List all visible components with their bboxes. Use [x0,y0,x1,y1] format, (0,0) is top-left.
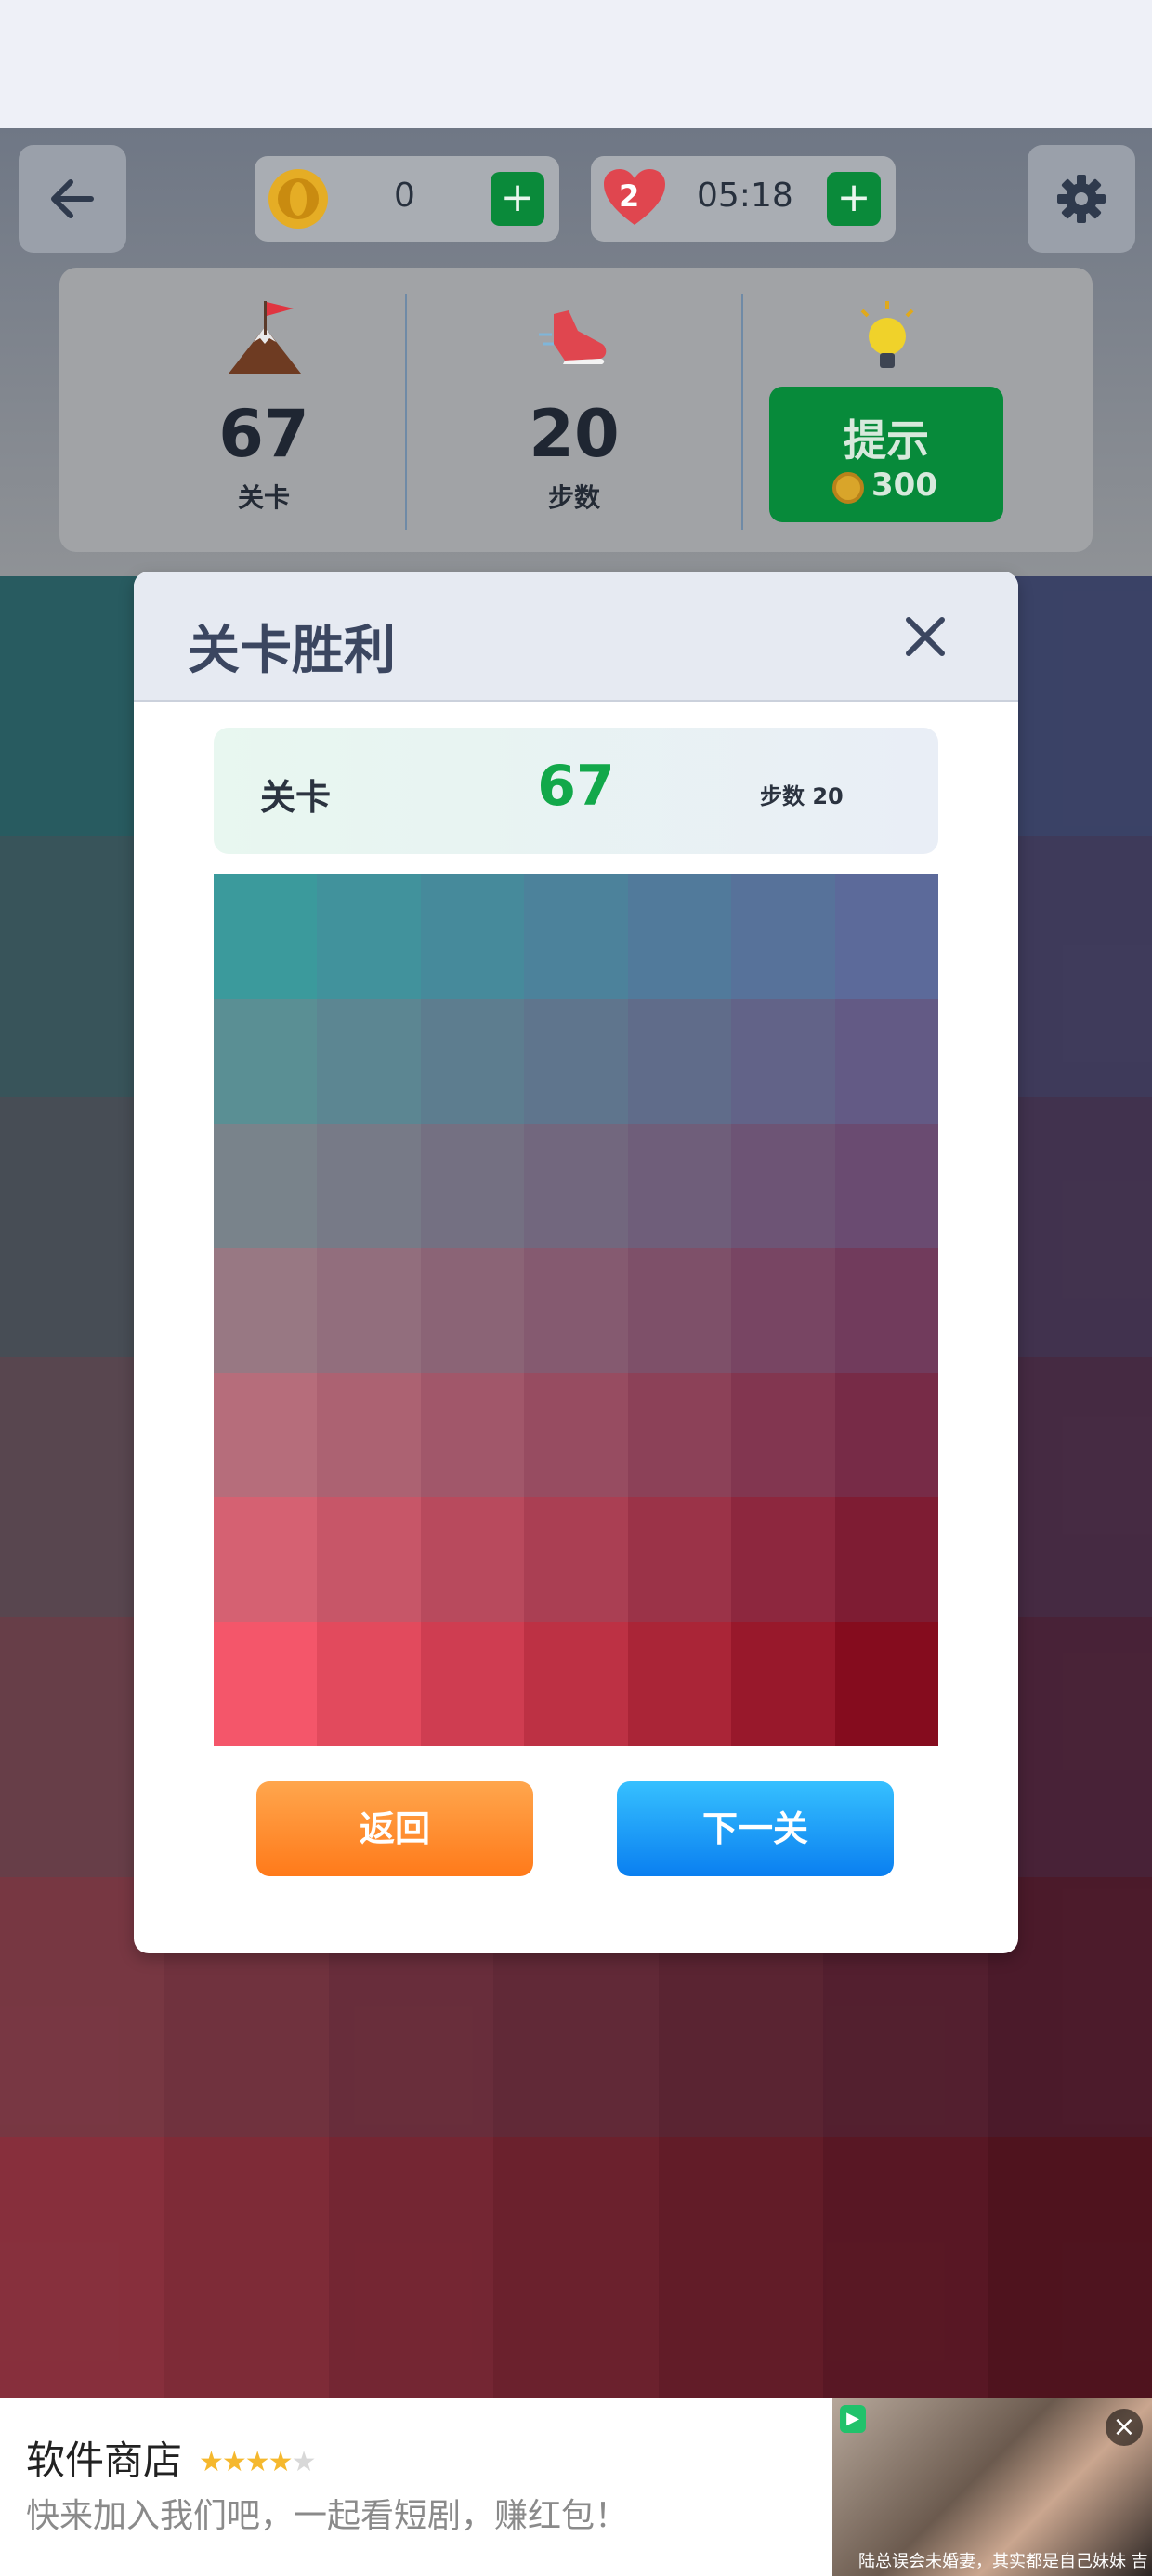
level-number: 67 [218,396,309,472]
board-tile [420,874,525,999]
add-lives-button[interactable]: + [827,172,881,226]
board-tile [731,1373,835,1497]
ad-title: 软件商店 [26,2438,183,2483]
star-icon: ★ [291,2446,317,2478]
board-tile [627,1497,732,1622]
hint-label: 提示 [844,415,929,466]
board-tile [524,1497,628,1622]
board-tile [317,1248,421,1373]
board-tile [317,1497,421,1622]
victory-dialog: 关卡胜利 关卡 67 步数 20 返回 下一关 [134,572,1018,1953]
coin-count: 0 [394,177,415,215]
sneaker-icon [539,310,607,364]
ad-image[interactable]: ▶ × 陆总误会未婚妻，其实都是自己妹妹 吉 [832,2398,1152,2576]
board-tile [731,999,835,1124]
board-tile [214,1373,318,1497]
info-steps: 步数 20 [760,783,844,809]
return-button[interactable]: 返回 [256,1781,533,1876]
board-tile [627,1248,732,1373]
board-tile [420,999,525,1124]
board-tile [834,1248,938,1373]
board-tile [731,1497,835,1622]
hint-cost: 300 [871,467,937,504]
coin-icon [832,472,864,504]
board-tile [214,1497,318,1622]
board-tile [420,1373,525,1497]
board-tile [214,874,318,999]
board-tile [627,1124,732,1248]
ad-badge-icon: ▶ [840,2405,866,2433]
dialog-header: 关卡胜利 [134,572,1018,702]
board-tile [834,1622,938,1746]
mountain-flag-icon [229,301,301,374]
steps-number: 20 [529,396,620,472]
add-coins-button[interactable]: + [491,172,544,226]
board-tile [420,1497,525,1622]
level-info-card: 关卡 67 步数 20 [214,728,938,854]
arrow-left-icon [51,179,94,218]
board-tile [834,999,938,1124]
info-level-label: 关卡 [260,777,332,818]
board-tile [834,1373,938,1497]
board-tile [214,1124,318,1248]
board-tile [420,1248,525,1373]
board-tile [627,874,732,999]
close-icon[interactable] [896,607,955,666]
board-tile [524,1622,628,1746]
board-tile [731,1248,835,1373]
board-tile [524,1124,628,1248]
board-tile [834,874,938,999]
board-tile [317,1373,421,1497]
lightbulb-icon [860,301,914,368]
board-tile [524,999,628,1124]
board-tile [317,1622,421,1746]
board-tile [627,1373,732,1497]
status-bar [0,0,1152,128]
ad-rating: ★★★★★ [199,2446,317,2478]
board-tile [524,1248,628,1373]
info-level-value: 67 [537,754,615,819]
board-tile [834,1497,938,1622]
board-tile [317,874,421,999]
board-tile [420,1124,525,1248]
board-tile [731,1124,835,1248]
ad-close-button[interactable]: × [1106,2409,1143,2446]
gear-icon [1057,175,1106,223]
dialog-title: 关卡胜利 [188,621,396,681]
board-tile [214,1622,318,1746]
level-label: 关卡 [237,482,290,513]
ad-caption: 陆总误会未婚妻，其实都是自己妹妹 吉 [858,2552,1148,2571]
stats-panel: 67 关卡 20 步数 提示 300 [59,268,1093,552]
lives-count: 2 [619,178,640,214]
board-tile [420,1622,525,1746]
board-tile [524,1373,628,1497]
lives-counter: 2 05:18 + [591,156,896,242]
game-screen: 0 + 2 05:18 + 67 关卡 20 步数 提示 300 关卡胜利 关卡… [0,128,1152,2398]
board-tile [731,1622,835,1746]
ad-banner[interactable]: 软件商店 ★★★★★ 快来加入我们吧，一起看短剧，赚红包！ ▶ × 陆总误会未婚… [0,2398,1152,2576]
board-tile [214,1248,318,1373]
coin-icon [268,169,328,229]
hint-button[interactable]: 提示 300 [769,387,1003,522]
stats-divider [741,294,743,530]
board-tile [317,1124,421,1248]
next-level-button[interactable]: 下一关 [617,1781,894,1876]
completed-board [214,874,938,1746]
steps-label: 步数 [547,482,600,513]
board-tile [214,999,318,1124]
board-tile [731,874,835,999]
star-icon: ★★★★ [199,2446,294,2478]
stats-divider [405,294,407,530]
board-tile [524,874,628,999]
settings-button[interactable] [1028,145,1135,253]
coin-counter: 0 + [255,156,559,242]
ad-subtitle: 快来加入我们吧，一起看短剧，赚红包！ [26,2497,629,2535]
back-button[interactable] [19,145,126,253]
life-timer: 05:18 [697,177,793,215]
board-tile [317,999,421,1124]
board-tile [627,1622,732,1746]
board-tile [627,999,732,1124]
board-tile [834,1124,938,1248]
